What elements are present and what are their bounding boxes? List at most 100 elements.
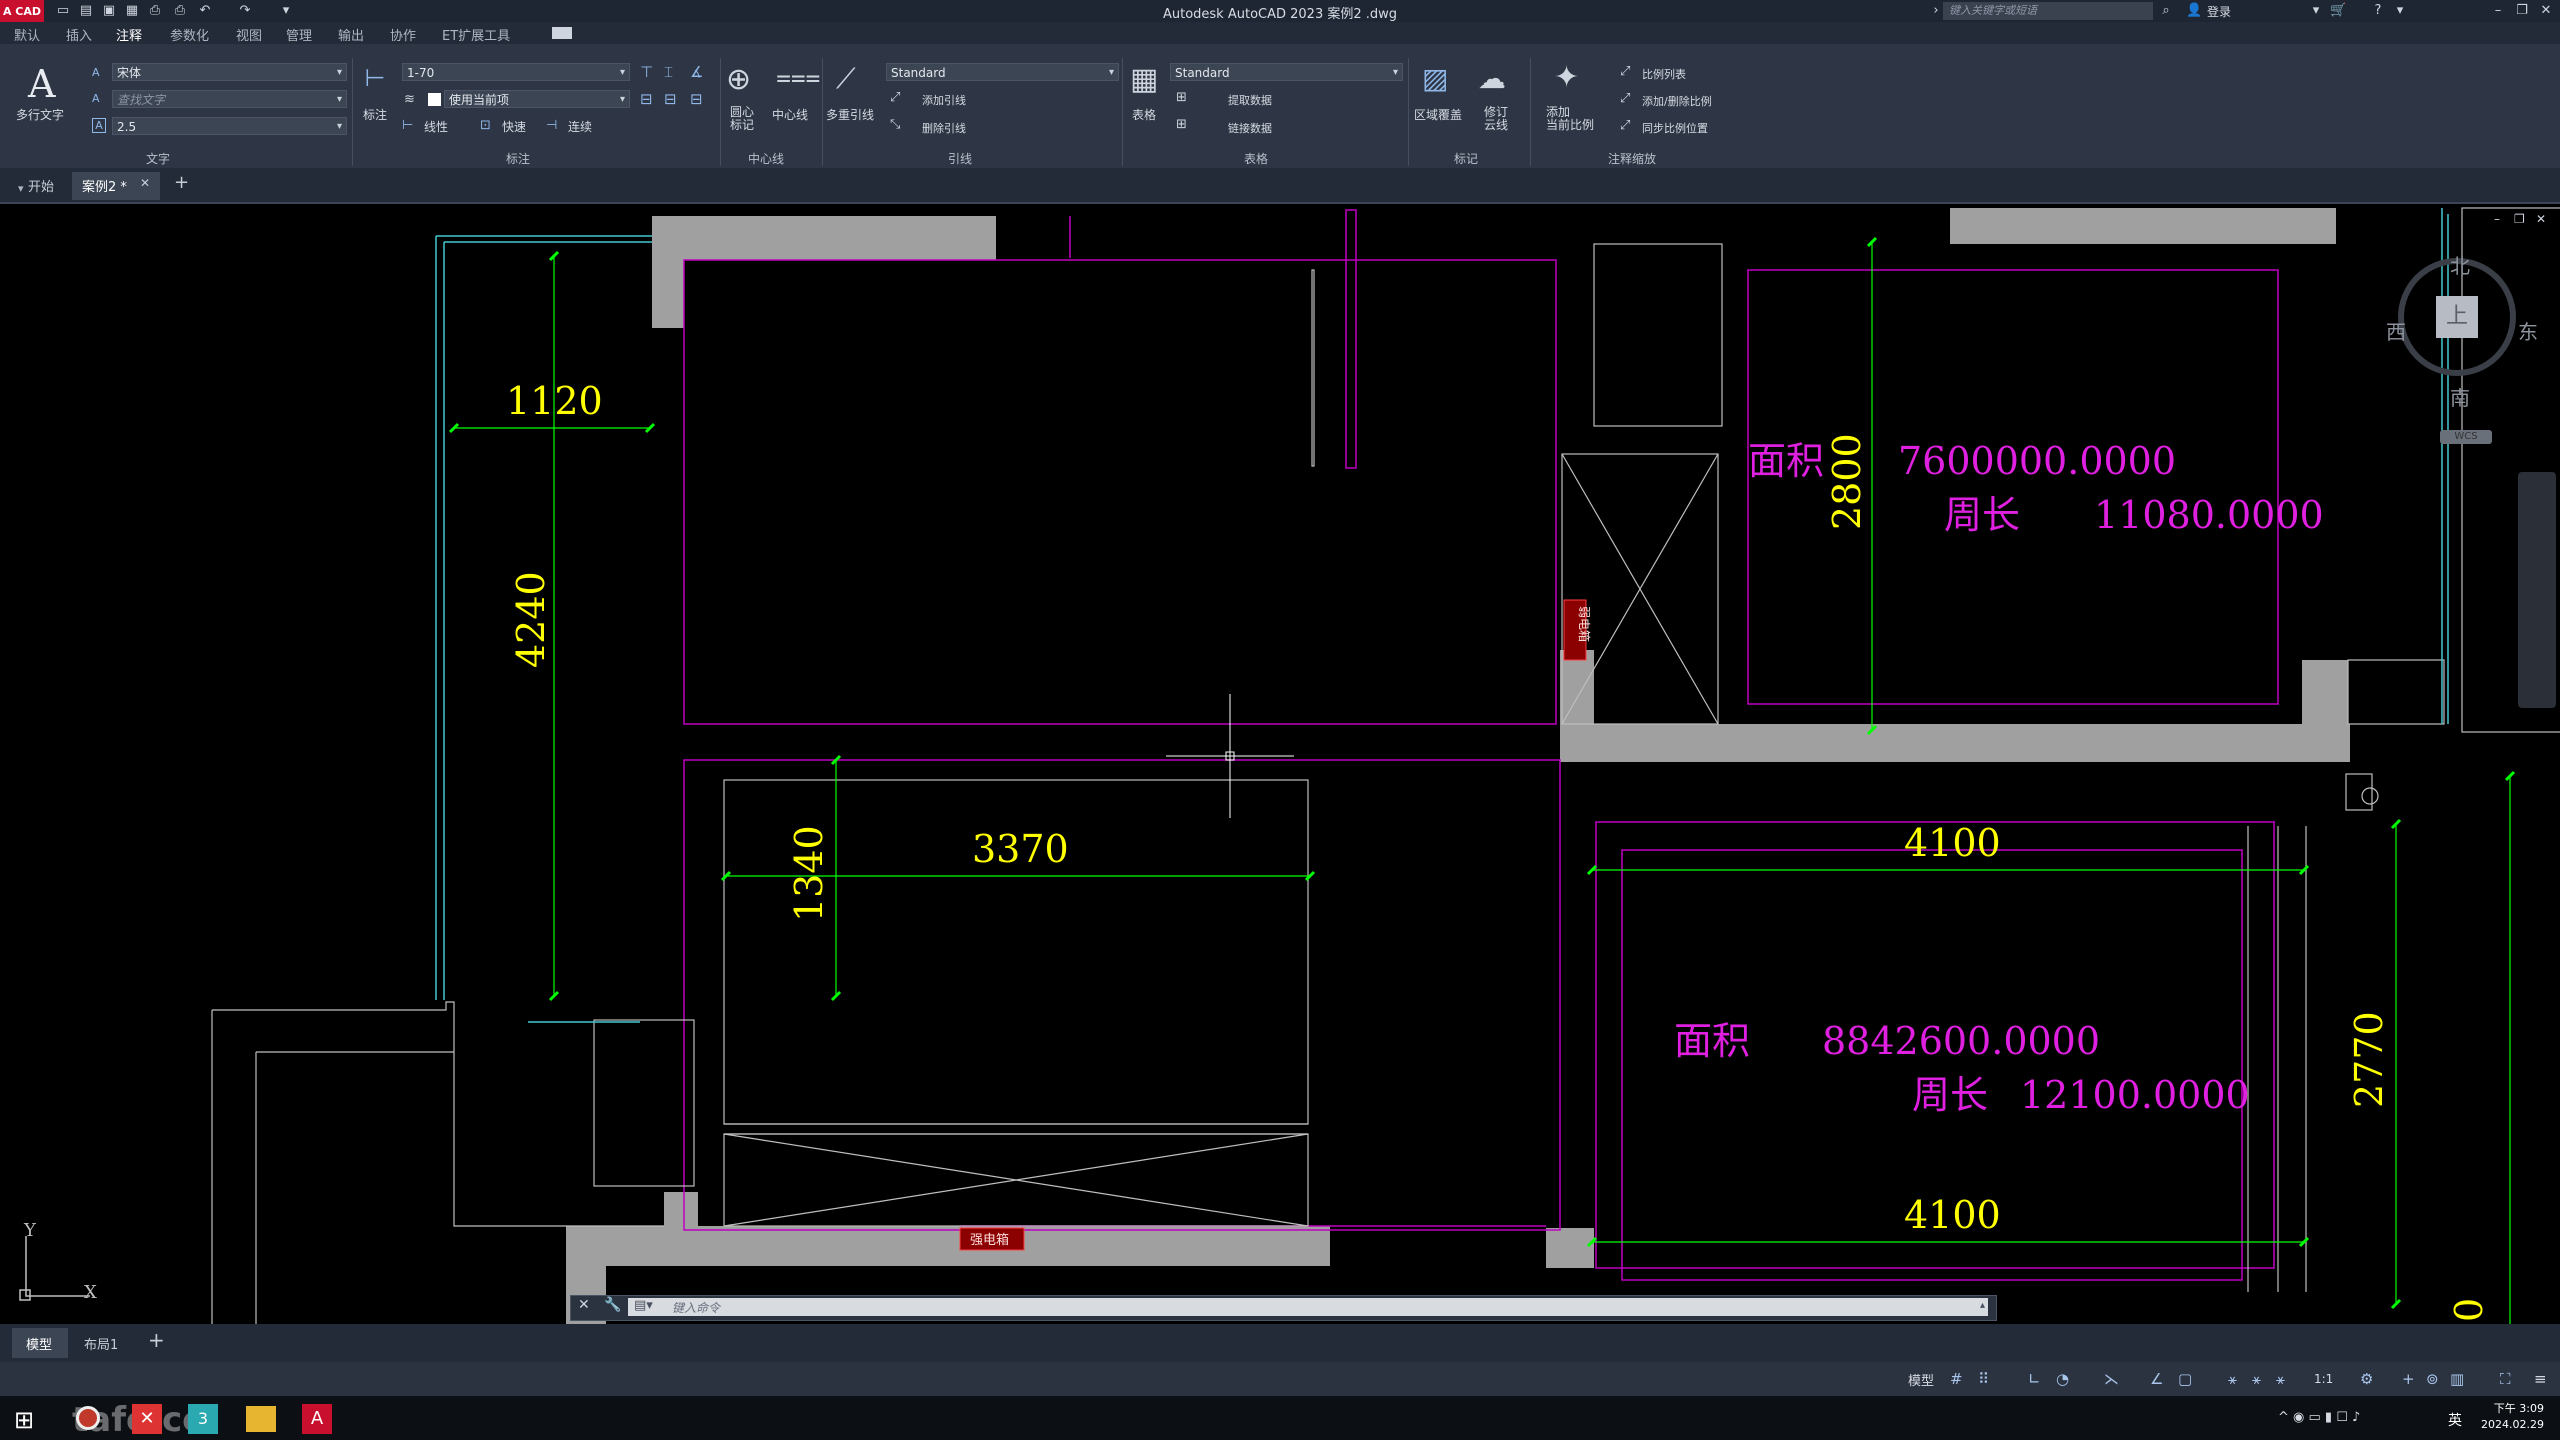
dimension-button[interactable]: 标注 [363,106,387,123]
quick-dim-button[interactable]: 快速 [502,118,526,135]
clean-screen-icon[interactable]: ⛶ [2500,1370,2511,1388]
multiline-text-button[interactable]: 多行文字 [16,106,64,123]
help-dropdown-icon[interactable]: ▾ [2392,3,2408,19]
wipeout-button[interactable]: 区域覆盖 [1414,106,1462,123]
navigation-bar[interactable] [2518,472,2556,708]
cmdline-close-icon[interactable]: ✕ [578,1297,590,1313]
file-tab-menu-icon[interactable]: ▾ [18,182,24,195]
user-icon[interactable]: 👤 [2186,3,2202,19]
multiline-text-icon[interactable]: A [28,62,55,106]
add-current-scale-button[interactable]: 添加 当前比例 [1546,106,1594,132]
scale-list-icon[interactable]: ⤢ [1620,64,1630,79]
autocad-taskbar-icon[interactable]: A [302,1404,332,1434]
link-data-icon[interactable]: ⊞ [1176,117,1187,132]
sync-scale-icon[interactable]: ⤢ [1620,118,1630,133]
add-delete-scale-icon[interactable]: ⤢ [1620,91,1630,106]
dim-layer-select[interactable]: 使用当前项 [444,90,630,109]
recorder-icon[interactable] [76,1406,100,1430]
scale-list-button[interactable]: 比例列表 [1642,66,1686,82]
table-panel-title[interactable]: 表格 [1244,150,1268,167]
tab-close-icon[interactable]: ✕ [140,176,150,190]
centerline-button[interactable]: 中心线 [772,106,808,123]
centerline-panel-title[interactable]: 中心线 [748,150,784,167]
ribbon-toggle-icon[interactable] [552,27,572,39]
tab-annotate[interactable]: 注释 [116,25,142,44]
add-leader-icon[interactable]: ⤢ [890,90,900,105]
cmdline-scroll-icon[interactable]: ▴ [1980,1300,1985,1311]
viewport-close-icon[interactable]: ✕ [2536,212,2546,226]
remove-leader-button[interactable]: 删除引线 [922,120,966,136]
viewcube-west[interactable]: 西 [2386,316,2406,345]
3d-app-icon[interactable]: 3 [188,1404,218,1434]
table-button[interactable]: 表格 [1132,106,1156,123]
new-tab-icon[interactable]: + [174,172,189,193]
multileader-icon[interactable]: ⟋ [836,62,856,96]
search-icon[interactable]: ⌕ [2158,3,2174,19]
scale-panel-title[interactable]: 注释缩放 [1608,150,1656,167]
restore-icon[interactable]: ❐ [2514,3,2530,19]
tab-et-tools[interactable]: ET扩展工具 [442,25,510,44]
center-mark-button[interactable]: 圆心 标记 [730,106,754,132]
lineweight-icon[interactable]: ∠ [2150,1370,2163,1388]
ime-indicator[interactable]: 英 [2448,1410,2462,1430]
isolate-icon[interactable]: ⊚ [2426,1370,2439,1388]
minimize-icon[interactable]: – [2490,3,2506,19]
model-space-button[interactable]: 模型 [1908,1370,1934,1389]
clock-date[interactable]: 2024.02.29 [2474,1418,2544,1431]
link-data-button[interactable]: 链接数据 [1228,120,1272,136]
annotation-scale-icon[interactable]: ⚹ [2276,1370,2285,1388]
multileader-button[interactable]: 多重引线 [826,106,874,123]
text-panel-title[interactable]: 文字 [146,150,170,167]
continue-dim-icon[interactable]: ⊣ [546,118,557,133]
clock-time[interactable]: 下午 3:09 [2482,1400,2544,1416]
windows-start-icon[interactable]: ⊞ [14,1406,34,1434]
tab-start[interactable]: 开始 [28,176,54,195]
dim-tool-1-icon[interactable]: ⊤ [640,63,653,81]
viewcube-east[interactable]: 东 [2518,316,2538,345]
dim-style-select[interactable]: 1-70 [402,63,630,82]
cmdline-customize-icon[interactable]: 🔧 [604,1297,621,1313]
sync-scale-button[interactable]: 同步比例位置 [1642,120,1708,136]
workspace-gear-icon[interactable]: ⚙ [2360,1370,2373,1388]
tab-view[interactable]: 视图 [236,25,262,44]
add-icon[interactable]: + [2402,1370,2415,1388]
selection-cycling-icon[interactable]: ▢ [2178,1370,2192,1388]
viewport-minimize-icon[interactable]: – [2494,212,2500,226]
annotation-scale-select[interactable]: 1:1 [2314,1372,2333,1386]
ortho-icon[interactable]: ∟ [2028,1370,2041,1388]
tab-layout1[interactable]: 布局1 [84,1334,118,1353]
tab-insert[interactable]: 插入 [66,25,92,44]
drawing-canvas[interactable]: Y X 1120 4240 3370 1340 2800 4100 4100 2… [0,204,2560,1324]
revcloud-button[interactable]: 修订 云线 [1484,106,1508,132]
osnap-icon[interactable]: ⋋ [2104,1370,2119,1388]
dim-tool-6-icon[interactable]: ⊟ [690,90,703,108]
tab-manage[interactable]: 管理 [286,25,312,44]
autoscale-icon[interactable]: ⚹ [2252,1370,2261,1388]
tab-output[interactable]: 输出 [338,25,364,44]
wipeout-icon[interactable]: ▨ [1422,62,1448,95]
cart-icon[interactable]: 🛒 [2330,3,2346,19]
extract-data-button[interactable]: 提取数据 [1228,92,1272,108]
viewcube-top-face[interactable]: 上 [2436,296,2478,338]
hardware-accel-icon[interactable]: ▥ [2450,1370,2464,1388]
annotation-visibility-icon[interactable]: ⚹ [2228,1370,2237,1388]
file-explorer-icon[interactable] [246,1406,276,1432]
login-dropdown-icon[interactable]: ▾ [2308,3,2324,19]
continue-dim-button[interactable]: 连续 [568,118,592,135]
dim-tool-4-icon[interactable]: ⊟ [640,90,653,108]
extract-data-icon[interactable]: ⊞ [1176,90,1187,105]
close-icon[interactable]: ✕ [2538,3,2554,19]
add-current-scale-icon[interactable]: ✦ [1554,60,1579,95]
table-style-select[interactable]: Standard [1170,63,1403,82]
snap-icon[interactable]: ⠿ [1978,1370,1989,1388]
dim-tool-5-icon[interactable]: ⊟ [664,90,677,108]
tab-model[interactable]: 模型 [26,1334,52,1353]
customize-menu-icon[interactable]: ≡ [2534,1370,2547,1388]
markup-panel-title[interactable]: 标记 [1454,150,1478,167]
dim-tool-3-icon[interactable]: ∡ [690,63,703,81]
add-delete-scale-button[interactable]: 添加/删除比例 [1642,93,1712,109]
viewcube-north[interactable]: 北 [2450,250,2470,279]
viewport-restore-icon[interactable]: ❐ [2514,212,2525,226]
font-select[interactable]: 宋体 [112,63,347,82]
dim-tool-2-icon[interactable]: ⌶ [664,63,673,81]
